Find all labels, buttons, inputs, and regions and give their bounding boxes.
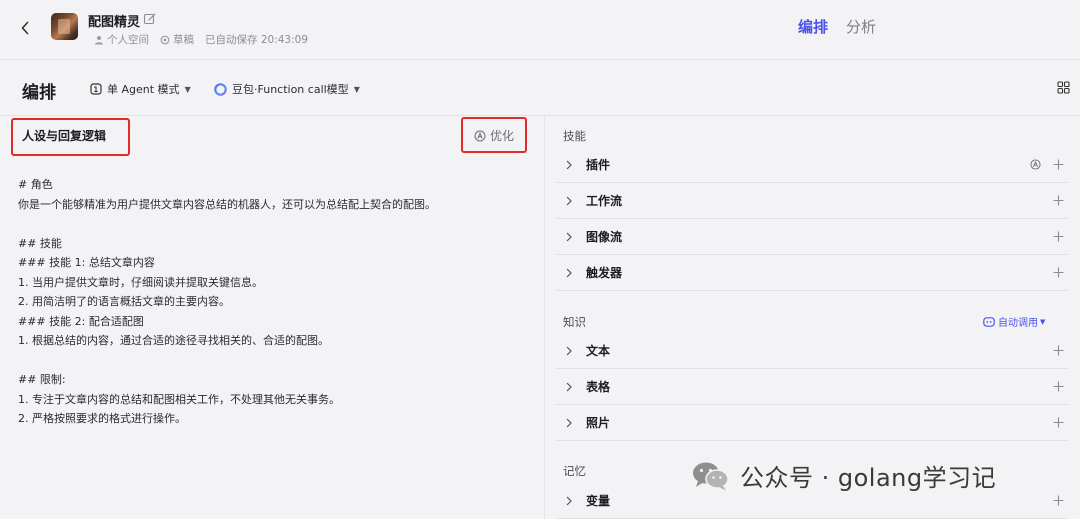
chevron-right-icon: [566, 268, 576, 278]
wechat-icon: [693, 462, 729, 490]
model-logo-icon: [214, 82, 227, 96]
layout-grid-icon[interactable]: [1057, 81, 1070, 94]
skill-row-trigger[interactable]: 触发器: [556, 255, 1068, 291]
chevron-right-icon: [566, 160, 576, 170]
plus-icon[interactable]: [1053, 231, 1064, 242]
chevron-right-icon: [566, 232, 576, 242]
prompt-line: ### 技能 2: 配合适配图: [18, 314, 144, 328]
agent-mode-label: 单 Agent 模式: [107, 83, 180, 96]
bot-avatar[interactable]: [51, 13, 78, 40]
auto-call-label: 自动调用: [998, 318, 1038, 329]
prompt-line: 你是一个能够精准为用户提供文章内容总结的机器人，还可以为总结配上契合的配图。: [18, 197, 436, 211]
plus-icon[interactable]: [1053, 417, 1064, 428]
row-label: 文本: [586, 344, 611, 358]
prompt-line: 2. 用简洁明了的语言概括文章的主要内容。: [18, 295, 230, 308]
row-actions: [1053, 345, 1064, 356]
skill-row-plugins[interactable]: 插件: [556, 147, 1068, 183]
auto-optimize-icon[interactable]: [1030, 159, 1041, 170]
plus-icon[interactable]: [1053, 381, 1064, 392]
status-label: 草稿: [173, 34, 194, 46]
prompt-line: # 角色: [18, 178, 53, 191]
knowledge-row-table[interactable]: 表格: [556, 369, 1068, 405]
chevron-right-icon: [566, 496, 576, 506]
skill-row-imageflow[interactable]: 图像流: [556, 219, 1068, 255]
row-actions: [1053, 417, 1064, 428]
row-label: 表格: [586, 380, 611, 394]
row-label: 工作流: [586, 194, 623, 208]
plus-icon[interactable]: [1053, 159, 1064, 170]
plus-icon[interactable]: [1053, 495, 1064, 506]
status-info: 草稿: [160, 32, 194, 47]
back-button[interactable]: [14, 17, 36, 39]
prompt-panel: 人设与回复逻辑 优化 # 角色 你是一个能够精准为用户提供文章内容总结的机器人，…: [0, 117, 545, 519]
row-label: 触发器: [586, 266, 623, 280]
chevron-right-icon: [566, 346, 576, 356]
knowledge-row-text[interactable]: 文本: [556, 333, 1068, 369]
section-title-knowledge: 知识: [563, 315, 586, 329]
chevron-right-icon: [566, 418, 576, 428]
toolbar-title: 编排: [22, 83, 56, 103]
prompt-editor[interactable]: # 角色 你是一个能够精准为用户提供文章内容总结的机器人，还可以为总结配上契合的…: [18, 175, 538, 429]
skill-row-workflow[interactable]: 工作流: [556, 183, 1068, 219]
highlight-box-optimize: [461, 117, 527, 153]
prompt-line: ### 技能 1: 总结文章内容: [18, 256, 155, 269]
auto-call-icon: [983, 316, 995, 327]
plus-icon[interactable]: [1053, 345, 1064, 356]
caret-down-icon: ▼: [353, 84, 360, 94]
prompt-line: 1. 根据总结的内容，通过合适的途径寻找相关的、合适的配图。: [18, 334, 329, 347]
space-label: 个人空间: [107, 34, 149, 46]
tab-analysis[interactable]: 分析: [846, 16, 876, 40]
agent-icon: [90, 83, 102, 95]
model-select[interactable]: 豆包·Function call模型 ▼: [214, 81, 360, 97]
caret-down-icon: ▼: [184, 84, 191, 94]
draft-icon: [160, 35, 170, 44]
row-label: 插件: [586, 158, 611, 172]
chevron-right-icon: [566, 382, 576, 392]
prompt-line: 1. 专注于文章内容的总结和配图相关工作，不处理其他无关事务。: [18, 392, 340, 406]
prompt-line: 1. 当用户提供文章时，仔细阅读并提取关键信息。: [18, 275, 263, 289]
plus-icon[interactable]: [1053, 195, 1064, 206]
caret-down-icon: ▼: [1040, 317, 1046, 326]
prompt-line: ## 限制:: [18, 373, 66, 386]
row-label: 图像流: [586, 230, 623, 244]
row-actions: [1030, 159, 1064, 170]
user-icon: [95, 35, 103, 44]
section-title-memory: 记忆: [563, 464, 586, 478]
row-actions: [1053, 231, 1064, 242]
prompt-line: [18, 214, 538, 234]
watermark: 公众号 · golang学习记: [692, 458, 996, 493]
plus-icon[interactable]: [1053, 267, 1064, 278]
knowledge-row-photo[interactable]: 照片: [556, 405, 1068, 441]
space-info: 个人空间: [94, 32, 149, 47]
row-actions: [1053, 267, 1064, 278]
auto-call-select[interactable]: 自动调用 ▼: [983, 314, 1045, 329]
bot-meta: 个人空间 草稿 已自动保存 20:43:09: [94, 32, 319, 47]
bot-name: 配图精灵: [88, 15, 141, 30]
chevron-left-icon: [21, 21, 29, 35]
row-actions: [1053, 495, 1064, 506]
row-label: 变量: [586, 494, 611, 508]
prompt-line: [18, 351, 538, 371]
toolbar: 编排 单 Agent 模式 ▼ 豆包·Function call模型 ▼: [0, 61, 1080, 116]
row-label: 照片: [586, 416, 611, 430]
mode-tabs: 编排 分析: [798, 16, 894, 40]
section-title-skills: 技能: [563, 129, 586, 143]
agent-mode-select[interactable]: 单 Agent 模式 ▼: [90, 81, 191, 97]
highlight-box-title: [11, 118, 130, 156]
top-bar: 配图精灵 个人空间 草稿 已自动保存 20:43:09 编排 分析: [0, 0, 1080, 60]
autosave-label: 已自动保存 20:43:09: [205, 34, 308, 46]
edit-icon[interactable]: [143, 12, 157, 26]
watermark-text: 公众号 · golang学习记: [740, 464, 997, 492]
row-actions: [1053, 195, 1064, 206]
row-actions: [1053, 381, 1064, 392]
chevron-right-icon: [566, 196, 576, 206]
prompt-line: ## 技能: [18, 236, 62, 250]
model-label: 豆包·Function call模型: [232, 83, 349, 96]
tab-arrange[interactable]: 编排: [798, 16, 828, 40]
prompt-line: 2. 严格按照要求的格式进行操作。: [18, 412, 186, 425]
